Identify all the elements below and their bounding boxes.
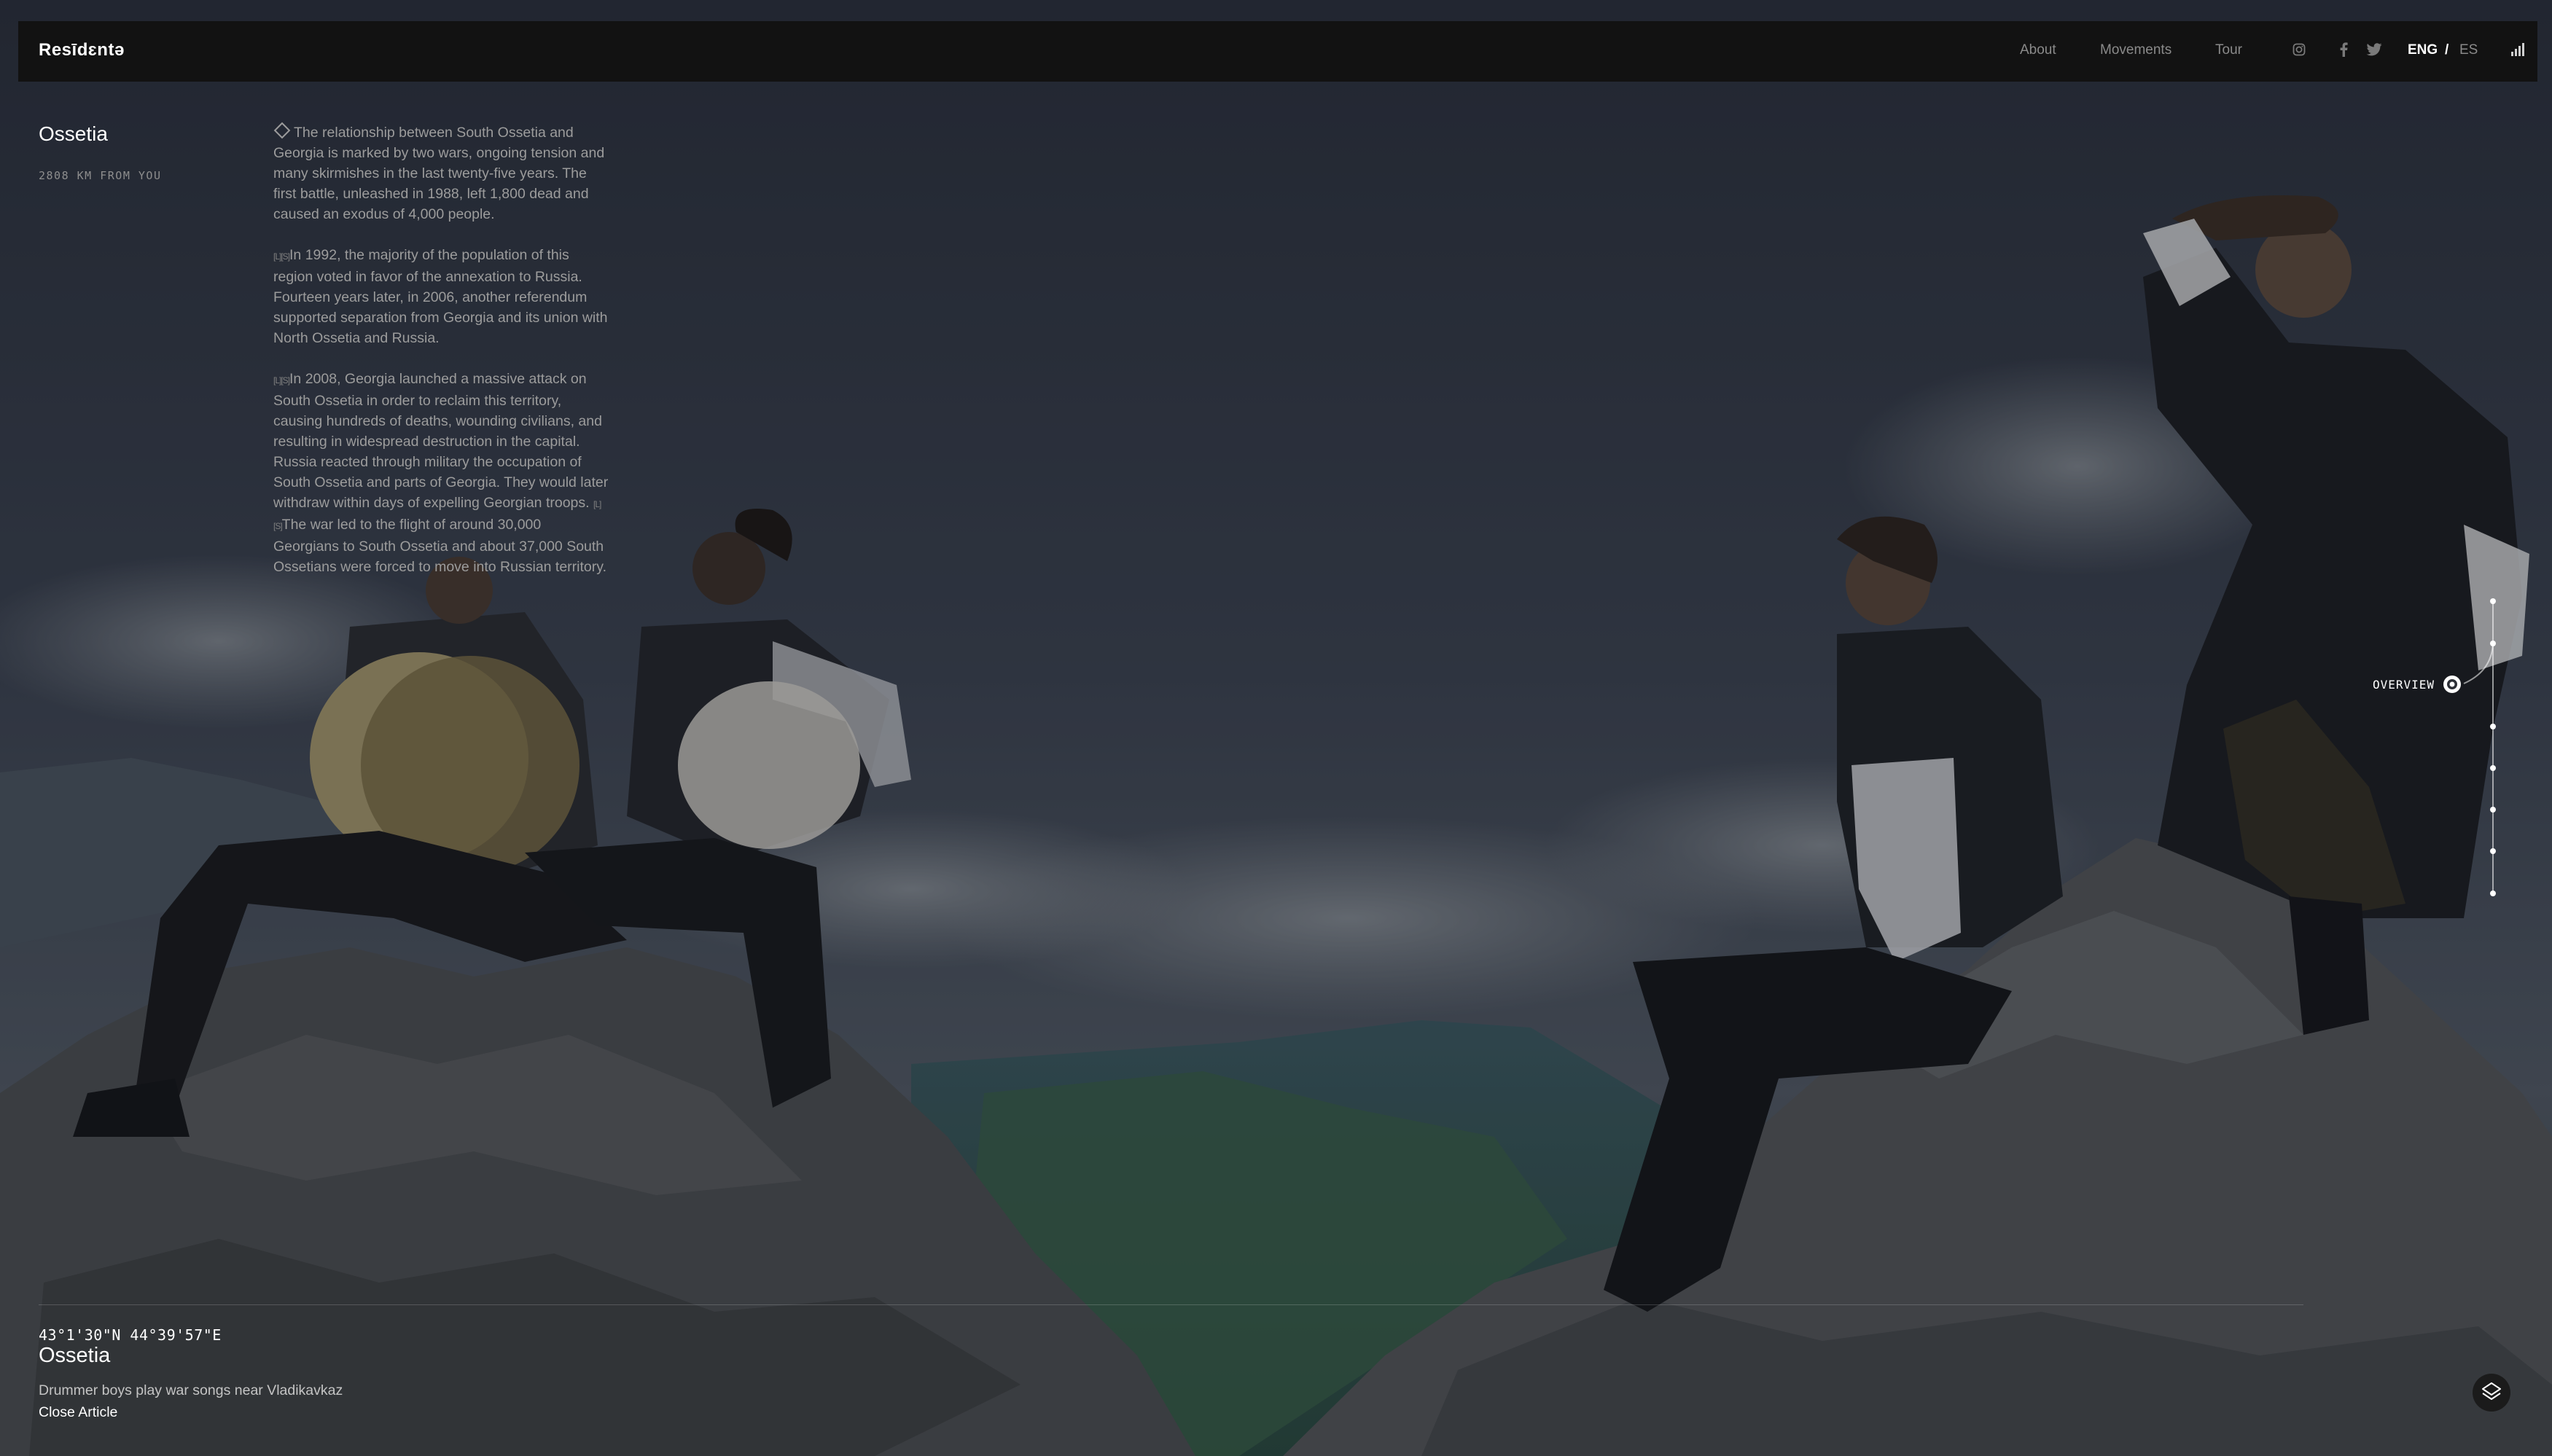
site-logo[interactable]: Resīdɛntə xyxy=(39,40,125,60)
timeline-dot[interactable] xyxy=(2490,765,2496,771)
nav-link-about[interactable]: About xyxy=(2020,42,2056,58)
target-circle-icon[interactable] xyxy=(2442,674,2462,694)
article-body: The relationship between South Ossetia a… xyxy=(273,122,609,598)
close-article-link[interactable]: Close Article xyxy=(39,1404,117,1421)
timeline-connector xyxy=(2463,641,2494,684)
distance-from-user: 2808 KM FROM YOU xyxy=(39,169,162,182)
line-separator-glyph: [L][S] xyxy=(273,251,290,262)
article-paragraph: [L][S]In 2008, Georgia launched a massiv… xyxy=(273,369,609,577)
paragraph-text: The relationship between South Ossetia a… xyxy=(273,125,605,222)
layers-toggle-button[interactable] xyxy=(2473,1374,2510,1412)
diamond-icon xyxy=(273,122,291,139)
paragraph-text: In 2008, Georgia launched a massive atta… xyxy=(273,371,609,511)
layers-icon xyxy=(2481,1380,2502,1406)
timeline-dot[interactable] xyxy=(2490,891,2496,896)
article-paragraph: The relationship between South Ossetia a… xyxy=(273,122,609,224)
facebook-icon[interactable] xyxy=(2335,41,2352,58)
timeline-dot[interactable] xyxy=(2490,598,2496,604)
signal-bars-icon[interactable] xyxy=(2509,41,2526,58)
location-title: Ossetia xyxy=(39,122,108,145)
timeline-dot[interactable] xyxy=(2490,724,2496,729)
photo-caption: Drummer boys play war songs near Vladika… xyxy=(39,1382,343,1398)
nav-link-movements[interactable]: Movements xyxy=(2100,42,2171,58)
caption-title: Ossetia xyxy=(39,1344,111,1367)
lang-es[interactable]: ES xyxy=(2459,42,2478,58)
paragraph-text: In 1992, the majority of the population … xyxy=(273,247,608,346)
gps-coordinates: 43°1'30"N 44°39'57"E xyxy=(39,1326,222,1344)
article-paragraph: [L][S]In 1992, the majority of the popul… xyxy=(273,245,609,348)
lang-eng[interactable]: ENG xyxy=(2408,42,2438,58)
caption-divider xyxy=(39,1304,2303,1305)
timeline-dot[interactable] xyxy=(2490,848,2496,854)
timeline-dot[interactable] xyxy=(2490,807,2496,813)
twitter-icon[interactable] xyxy=(2365,41,2383,58)
line-separator-glyph: [L][S] xyxy=(273,375,290,385)
timeline-active-label: OVERVIEW xyxy=(2373,678,2435,692)
nav-link-tour[interactable]: Tour xyxy=(2215,42,2242,58)
paragraph-text: The war led to the flight of around 30,0… xyxy=(273,517,606,575)
top-navbar: Resīdɛntə About Movements Tour ENG / ES xyxy=(18,21,2537,82)
instagram-icon[interactable] xyxy=(2290,41,2308,58)
lang-separator: / xyxy=(2445,42,2449,58)
